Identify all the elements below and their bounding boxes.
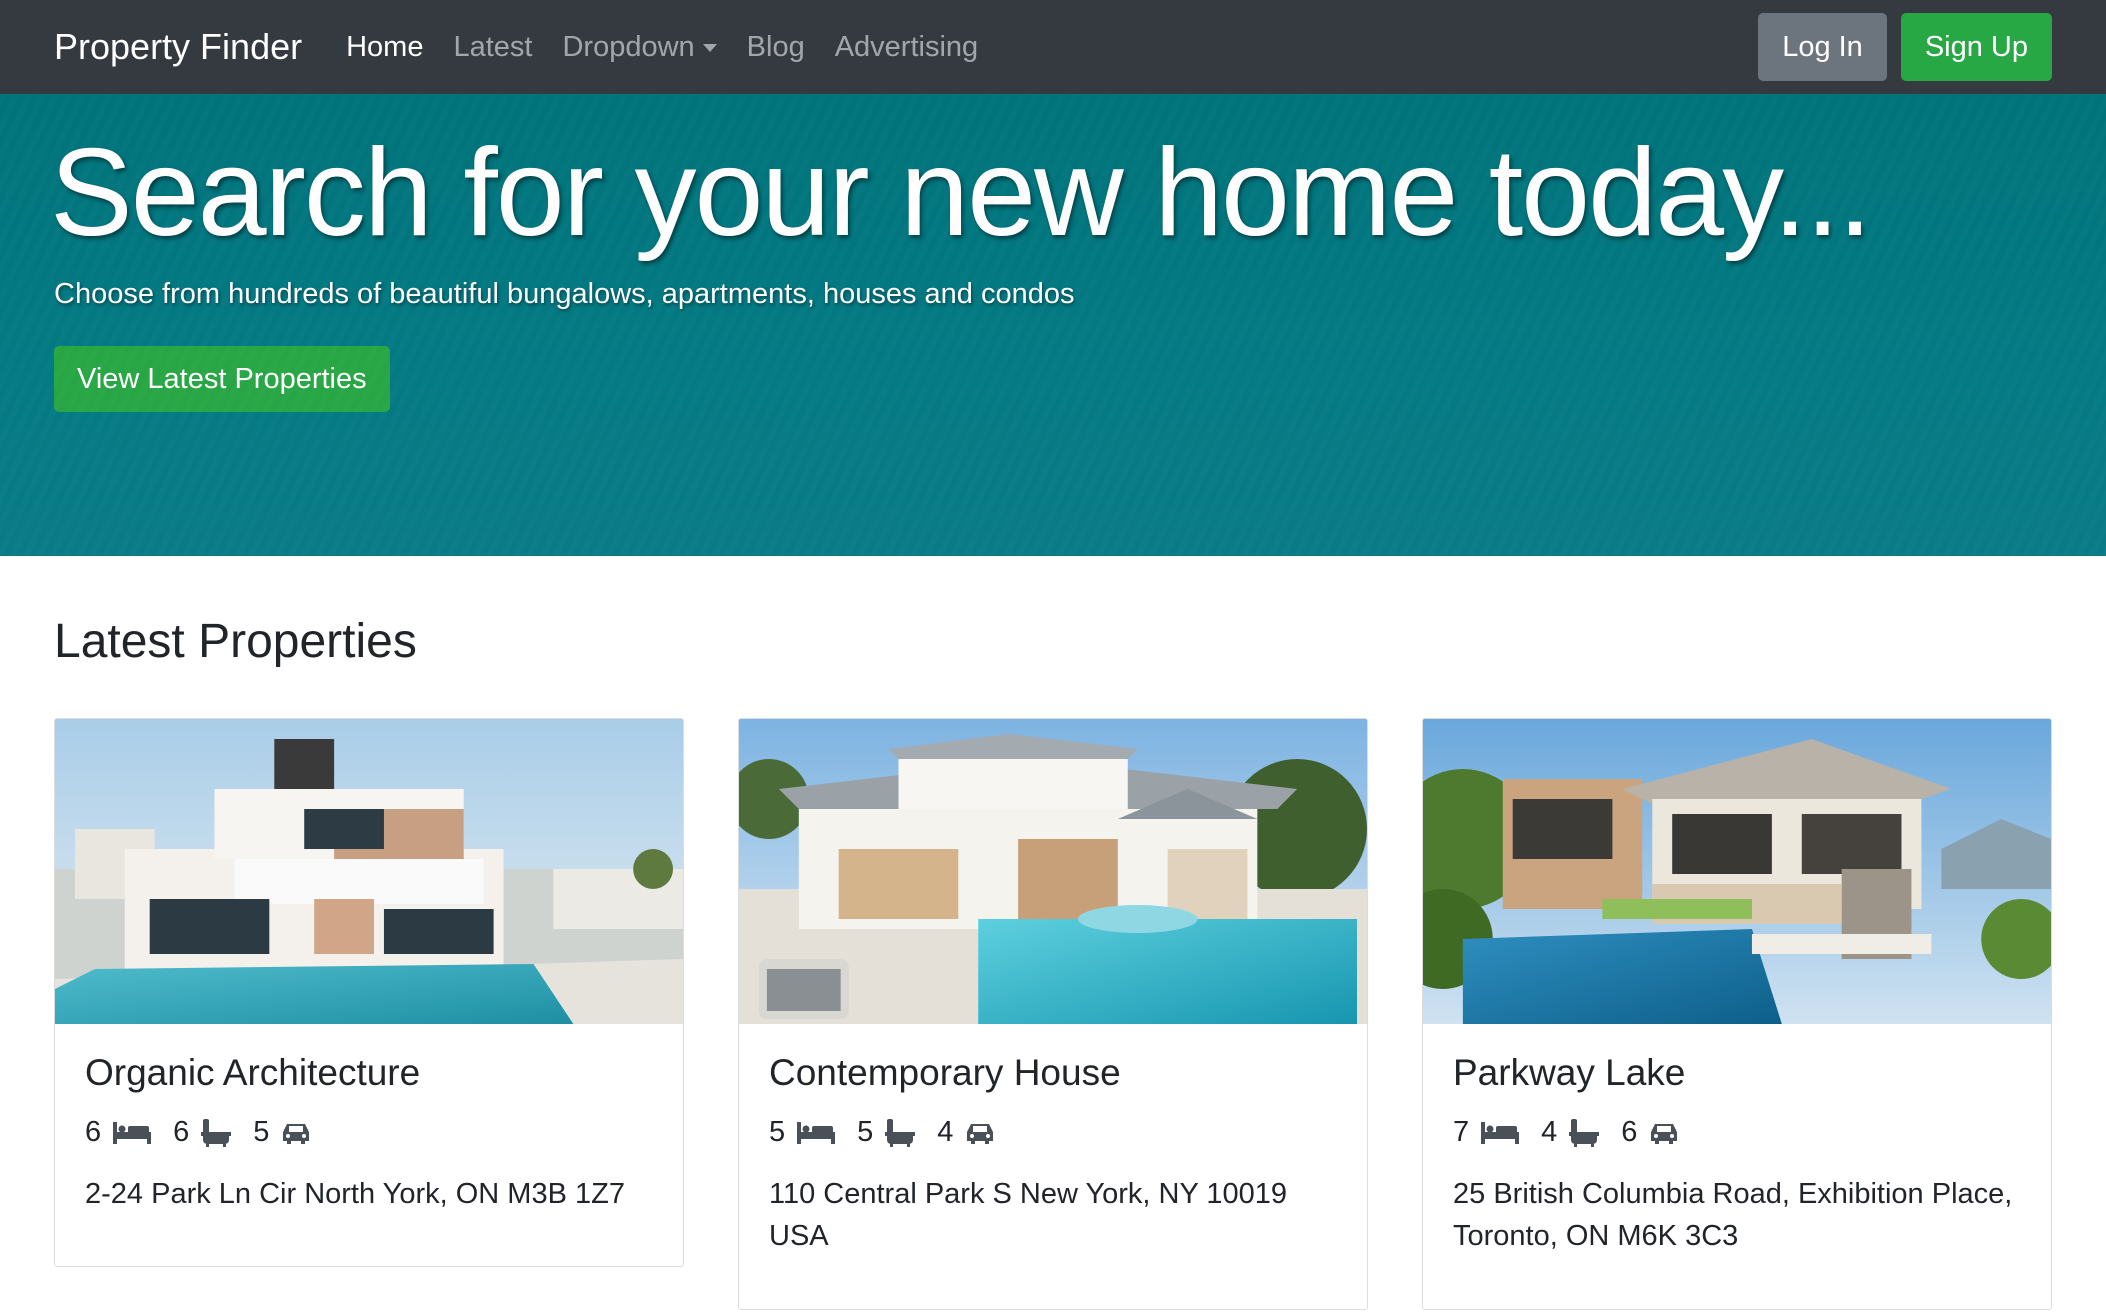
beds-count: 7 — [1453, 1116, 1470, 1148]
beds-count: 6 — [85, 1116, 102, 1148]
property-image — [55, 719, 683, 1024]
nav-home[interactable]: Home — [346, 31, 423, 64]
property-stats: 5 5 4 — [769, 1116, 1337, 1149]
nav-latest[interactable]: Latest — [453, 31, 532, 64]
car-icon — [967, 1123, 994, 1144]
property-card-organic-architecture[interactable]: Organic Architecture 6 6 5 2-24 Park Ln … — [54, 718, 684, 1267]
property-stats: 6 6 5 — [85, 1116, 653, 1149]
car-icon — [1651, 1123, 1678, 1144]
beds-count: 5 — [769, 1116, 786, 1148]
auth-buttons: Log In Sign Up — [1758, 13, 2052, 81]
property-title: Contemporary House — [769, 1052, 1121, 1093]
caret-down-icon — [702, 44, 717, 52]
login-button[interactable]: Log In — [1758, 13, 1887, 81]
section-title: Latest Properties — [54, 615, 417, 668]
bed-icon — [113, 1121, 152, 1144]
property-card-parkway-lake[interactable]: Parkway Lake 7 4 6 25 British Columbia R… — [1422, 718, 2052, 1310]
nav-dropdown-label: Dropdown — [562, 30, 695, 63]
hero-banner: Search for your new home today... Choose… — [0, 94, 2106, 556]
view-latest-button[interactable]: View Latest Properties — [54, 346, 390, 412]
property-title: Parkway Lake — [1453, 1052, 1686, 1093]
nav-blog[interactable]: Blog — [747, 31, 805, 64]
baths-count: 4 — [1541, 1116, 1558, 1148]
nav-links: Home Latest Dropdown Blog Advertising — [346, 31, 1008, 64]
hero-title: Search for your new home today... — [50, 124, 1872, 262]
property-title: Organic Architecture — [85, 1052, 421, 1093]
bed-icon — [1481, 1121, 1520, 1144]
property-card-contemporary-house[interactable]: Contemporary House 5 5 4 110 Central Par… — [738, 718, 1368, 1310]
bath-icon — [201, 1118, 232, 1147]
brand-logo[interactable]: Property Finder — [54, 26, 302, 68]
hero-subtitle: Choose from hundreds of beautiful bungal… — [54, 278, 1075, 310]
bath-icon — [1569, 1118, 1600, 1147]
navbar: Property Finder Home Latest Dropdown Blo… — [0, 0, 2106, 94]
garages-count: 4 — [937, 1116, 954, 1148]
garages-count: 5 — [253, 1116, 270, 1148]
baths-count: 5 — [857, 1116, 874, 1148]
card-body: Contemporary House 5 5 4 110 Central Par… — [739, 1024, 1367, 1285]
property-address: 110 Central Park S New York, NY 10019 US… — [769, 1178, 1288, 1252]
signup-button[interactable]: Sign Up — [1900, 13, 2052, 81]
property-address: 25 British Columbia Road, Exhibition Pla… — [1453, 1178, 2013, 1252]
car-icon — [283, 1123, 310, 1144]
garages-count: 6 — [1621, 1116, 1638, 1148]
property-image — [739, 719, 1367, 1024]
property-image — [1423, 719, 2051, 1024]
property-address: 2-24 Park Ln Cir North York, ON M3B 1Z7 — [85, 1178, 625, 1210]
nav-advertising[interactable]: Advertising — [835, 31, 978, 64]
bed-icon — [797, 1121, 836, 1144]
property-stats: 7 4 6 — [1453, 1116, 2021, 1149]
card-body: Parkway Lake 7 4 6 25 British Columbia R… — [1423, 1024, 2051, 1285]
baths-count: 6 — [173, 1116, 190, 1148]
nav-dropdown[interactable]: Dropdown — [562, 30, 717, 64]
card-body: Organic Architecture 6 6 5 2-24 Park Ln … — [55, 1024, 683, 1243]
bath-icon — [885, 1118, 916, 1147]
